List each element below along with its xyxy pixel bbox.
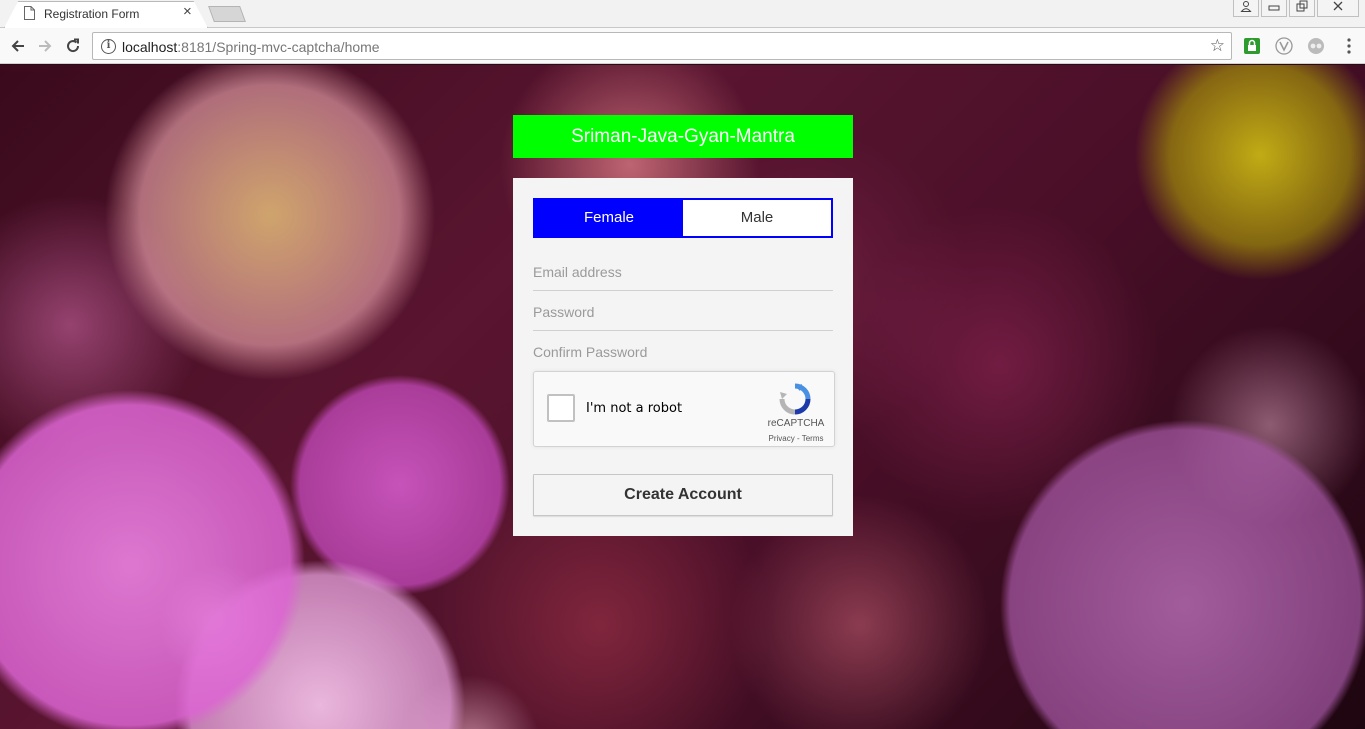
window-controls bbox=[1233, 0, 1359, 18]
url-text: localhost:8181/Spring-mvc-captcha/home bbox=[122, 39, 380, 55]
recaptcha-logo-icon bbox=[779, 383, 811, 415]
address-bar[interactable]: i localhost:8181/Spring-mvc-captcha/home… bbox=[92, 32, 1232, 60]
user-profile-icon[interactable] bbox=[1233, 0, 1259, 17]
extension-glasses-icon[interactable] bbox=[1307, 37, 1325, 55]
tab-title: Registration Form bbox=[44, 7, 140, 21]
minimize-icon[interactable] bbox=[1261, 0, 1287, 17]
info-icon[interactable]: i bbox=[101, 39, 116, 54]
menu-dots-icon[interactable] bbox=[1337, 34, 1361, 58]
page-icon bbox=[24, 6, 35, 20]
gender-female-option[interactable]: Female bbox=[535, 200, 683, 236]
page-background: Sriman-Java-Gyan-Mantra Female Male I'm … bbox=[0, 65, 1365, 729]
extension-lock-icon[interactable] bbox=[1243, 37, 1261, 55]
tab-close-icon[interactable]: × bbox=[183, 3, 192, 20]
close-window-icon[interactable] bbox=[1317, 0, 1359, 17]
new-tab-button[interactable] bbox=[208, 6, 246, 22]
recaptcha-privacy-terms[interactable]: Privacy - Terms bbox=[762, 434, 830, 443]
brand-header: Sriman-Java-Gyan-Mantra bbox=[513, 115, 853, 158]
restore-icon[interactable] bbox=[1289, 0, 1315, 17]
email-field[interactable] bbox=[533, 253, 833, 291]
bookmark-star-icon[interactable]: ☆ bbox=[1210, 36, 1225, 56]
confirm-password-field[interactable] bbox=[533, 333, 833, 371]
captcha-label: I'm not a robot bbox=[586, 401, 683, 416]
browser-toolbar: i localhost:8181/Spring-mvc-captcha/home… bbox=[0, 28, 1365, 64]
back-arrow-icon[interactable] bbox=[6, 34, 30, 58]
extension-v-icon[interactable] bbox=[1275, 37, 1293, 55]
gender-toggle: Female Male bbox=[533, 198, 833, 238]
registration-form: Female Male I'm not a robot reCAPTCHA Pr… bbox=[513, 178, 853, 536]
gender-male-option[interactable]: Male bbox=[683, 200, 831, 236]
forward-arrow-icon[interactable] bbox=[33, 34, 57, 58]
password-field[interactable] bbox=[533, 293, 833, 331]
captcha-checkbox[interactable] bbox=[547, 394, 575, 422]
recaptcha-brand: reCAPTCHA bbox=[767, 418, 825, 429]
reload-icon[interactable] bbox=[61, 34, 85, 58]
recaptcha-widget: I'm not a robot reCAPTCHA Privacy - Term… bbox=[533, 371, 835, 447]
tab-strip: Registration Form × bbox=[0, 0, 1365, 28]
create-account-button[interactable]: Create Account bbox=[533, 474, 833, 516]
